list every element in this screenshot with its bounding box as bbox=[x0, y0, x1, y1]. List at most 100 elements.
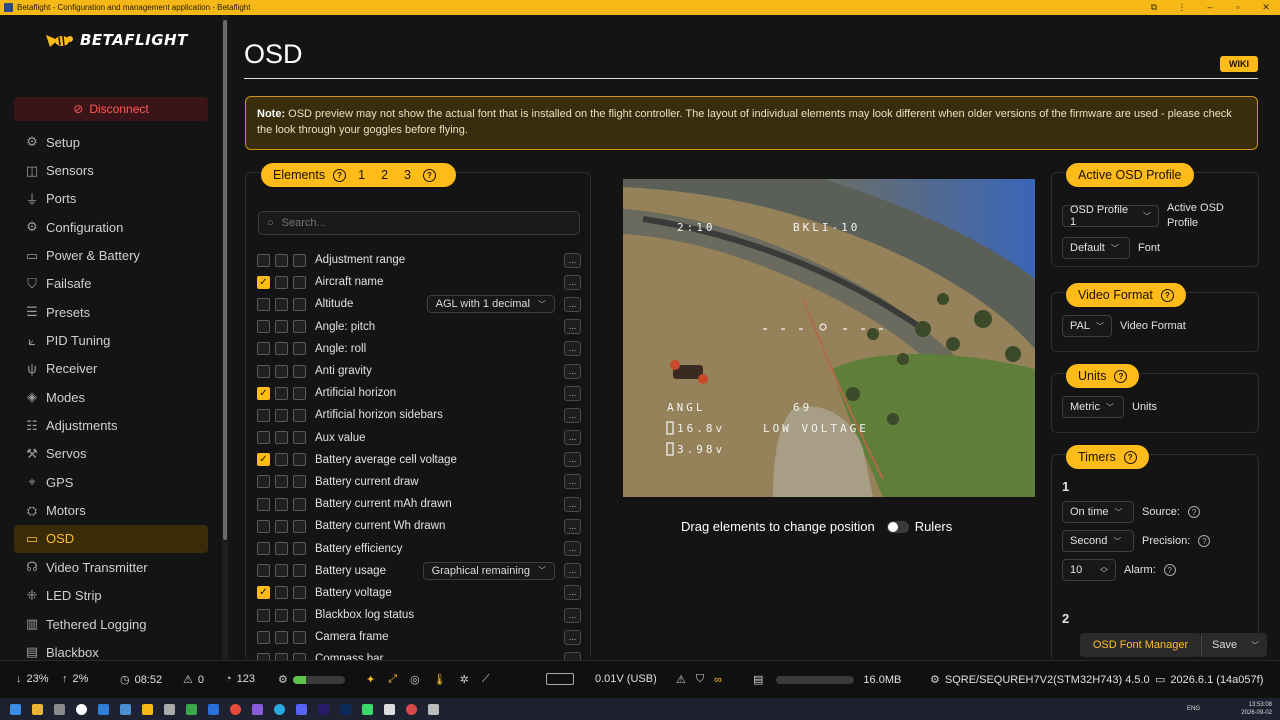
profile-2-checkbox[interactable] bbox=[275, 431, 288, 445]
app-icon[interactable] bbox=[252, 703, 263, 715]
search-input[interactable] bbox=[281, 217, 562, 229]
app-icon[interactable] bbox=[428, 703, 439, 715]
sidebar-item-pid-tuning[interactable]: ⟀ PID Tuning bbox=[14, 326, 208, 354]
profile-1-checkbox[interactable] bbox=[257, 608, 270, 622]
sidebar-item-power-battery[interactable]: ▭ Power & Battery bbox=[14, 241, 208, 269]
profile-2-checkbox[interactable] bbox=[275, 364, 288, 378]
sidebar-item-modes[interactable]: ◈ Modes bbox=[14, 383, 208, 411]
profile-2-checkbox[interactable] bbox=[275, 342, 288, 356]
element-variant-select[interactable]: Graphical remaining ﹀ bbox=[422, 561, 555, 580]
sidebar-item-failsafe[interactable]: ⛉ Failsafe bbox=[14, 270, 208, 298]
sidebar-item-motors[interactable]: ⛭ Motors bbox=[14, 496, 208, 524]
profile-2-checkbox[interactable] bbox=[275, 453, 288, 467]
premiere-icon[interactable] bbox=[318, 703, 329, 715]
profile-2-checkbox[interactable] bbox=[275, 564, 288, 578]
profile-3-checkbox[interactable] bbox=[293, 497, 306, 511]
app-icon[interactable] bbox=[406, 703, 417, 715]
profile-3-checkbox[interactable] bbox=[293, 386, 306, 400]
profile-3-checkbox[interactable] bbox=[293, 542, 306, 556]
profile-3-checkbox[interactable] bbox=[293, 519, 306, 533]
timers-help-icon[interactable]: ? bbox=[1123, 450, 1137, 464]
rulers-toggle[interactable] bbox=[886, 520, 909, 533]
app-icon[interactable] bbox=[98, 703, 109, 715]
app-icon[interactable] bbox=[362, 703, 373, 715]
profile-1-checkbox[interactable] bbox=[257, 364, 270, 378]
profile-1-checkbox[interactable] bbox=[257, 253, 270, 267]
sidebar-item-gps[interactable]: ⌖ GPS bbox=[14, 468, 208, 496]
element-options-button[interactable]: ... bbox=[564, 296, 581, 312]
element-options-button[interactable]: ... bbox=[564, 629, 581, 645]
profile-1-checkbox[interactable] bbox=[257, 297, 270, 311]
profile-1-checkbox[interactable] bbox=[257, 431, 270, 445]
profile-3-checkbox[interactable] bbox=[293, 364, 306, 378]
sidebar-item-osd[interactable]: ▭ OSD bbox=[14, 524, 208, 554]
profile-3-checkbox[interactable] bbox=[293, 275, 306, 289]
stepper-icon[interactable]: ︿ ﹀ bbox=[1100, 563, 1108, 578]
profile-2-checkbox[interactable] bbox=[275, 297, 288, 311]
sidebar-item-tethered-logging[interactable]: ▥ Tethered Logging bbox=[14, 610, 208, 638]
profile-2-checkbox[interactable] bbox=[275, 497, 288, 511]
profile-1-checkbox[interactable] bbox=[257, 408, 270, 422]
sidebar-item-video-transmitter[interactable]: ☊ Video Transmitter bbox=[14, 553, 208, 581]
element-options-button[interactable]: ... bbox=[564, 496, 581, 512]
element-options-button[interactable]: ... bbox=[564, 607, 581, 623]
profile-3-checkbox[interactable] bbox=[293, 342, 306, 356]
profile-3-checkbox[interactable] bbox=[293, 608, 306, 622]
profile-2-checkbox[interactable] bbox=[275, 386, 288, 400]
profiles-help-icon[interactable]: ? bbox=[422, 168, 436, 182]
profile-2-checkbox[interactable] bbox=[275, 542, 288, 556]
start-icon[interactable] bbox=[10, 703, 21, 715]
element-search[interactable]: ○ bbox=[258, 211, 580, 235]
timer-precision-select[interactable]: Second ﹀ bbox=[1062, 530, 1134, 552]
element-options-button[interactable]: ... bbox=[564, 274, 581, 290]
profile-3-checkbox[interactable] bbox=[293, 586, 306, 600]
telegram-icon[interactable] bbox=[274, 703, 285, 715]
font-select[interactable]: Default ﹀ bbox=[1062, 237, 1130, 259]
element-options-button[interactable]: ... bbox=[564, 319, 581, 335]
tray-clock[interactable]: 13:53:08 bbox=[1241, 701, 1272, 709]
video-format-select[interactable]: PAL ﹀ bbox=[1062, 315, 1112, 337]
profile-2-checkbox[interactable] bbox=[275, 253, 288, 267]
app-icon[interactable] bbox=[54, 703, 65, 715]
element-options-button[interactable]: ... bbox=[564, 407, 581, 423]
tab-profile-1[interactable]: 1 bbox=[354, 168, 369, 182]
element-options-button[interactable]: ... bbox=[564, 252, 581, 268]
discord-icon[interactable] bbox=[296, 703, 307, 715]
profile-2-checkbox[interactable] bbox=[275, 275, 288, 289]
app-icon[interactable] bbox=[164, 703, 175, 715]
timer-source-select[interactable]: On time ﹀ bbox=[1062, 501, 1134, 523]
profile-1-checkbox[interactable] bbox=[257, 475, 270, 489]
element-variant-select[interactable]: AGL with 1 decimal ﹀ bbox=[426, 295, 555, 314]
timer-alarm-input[interactable]: 10 ︿ ﹀ bbox=[1062, 559, 1116, 581]
profile-1-checkbox[interactable] bbox=[257, 497, 270, 511]
osd-profile-select[interactable]: OSD Profile 1 ﹀ bbox=[1062, 204, 1159, 228]
sidebar-item-led-strip[interactable]: ⁜ LED Strip bbox=[14, 582, 208, 610]
sidebar-item-servos[interactable]: ⚒ Servos bbox=[14, 440, 208, 468]
close-button[interactable]: ✕ bbox=[1252, 0, 1280, 15]
sidebar-item-receiver[interactable]: ψ Receiver bbox=[14, 355, 208, 383]
video-format-help-icon[interactable]: ? bbox=[1160, 288, 1174, 302]
profile-2-checkbox[interactable] bbox=[275, 608, 288, 622]
profile-1-checkbox[interactable]: ✓ bbox=[257, 275, 270, 289]
profile-1-checkbox[interactable] bbox=[257, 320, 270, 334]
sidebar-scrollbar-thumb[interactable] bbox=[223, 20, 227, 540]
element-options-button[interactable]: ... bbox=[564, 541, 581, 557]
profile-3-checkbox[interactable] bbox=[293, 408, 306, 422]
help-icon[interactable]: ? bbox=[333, 168, 347, 182]
source-help-icon[interactable]: ? bbox=[1187, 506, 1200, 518]
element-options-button[interactable]: ... bbox=[564, 430, 581, 446]
profile-3-checkbox[interactable] bbox=[293, 431, 306, 445]
element-options-button[interactable]: ... bbox=[564, 341, 581, 357]
units-select[interactable]: Metric ﹀ bbox=[1062, 396, 1124, 418]
maximize-button[interactable]: ▫ bbox=[1224, 0, 1252, 15]
chrome-icon[interactable] bbox=[230, 703, 241, 715]
profile-1-checkbox[interactable]: ✓ bbox=[257, 453, 270, 467]
profile-1-checkbox[interactable] bbox=[257, 564, 270, 578]
wiki-button[interactable]: WIKI bbox=[1220, 56, 1258, 72]
profile-1-checkbox[interactable] bbox=[257, 630, 270, 644]
tab-profile-3[interactable]: 3 bbox=[400, 168, 415, 182]
profile-2-checkbox[interactable] bbox=[275, 320, 288, 334]
profile-1-checkbox[interactable] bbox=[257, 542, 270, 556]
profile-1-checkbox[interactable]: ✓ bbox=[257, 586, 270, 600]
profile-2-checkbox[interactable] bbox=[275, 475, 288, 489]
